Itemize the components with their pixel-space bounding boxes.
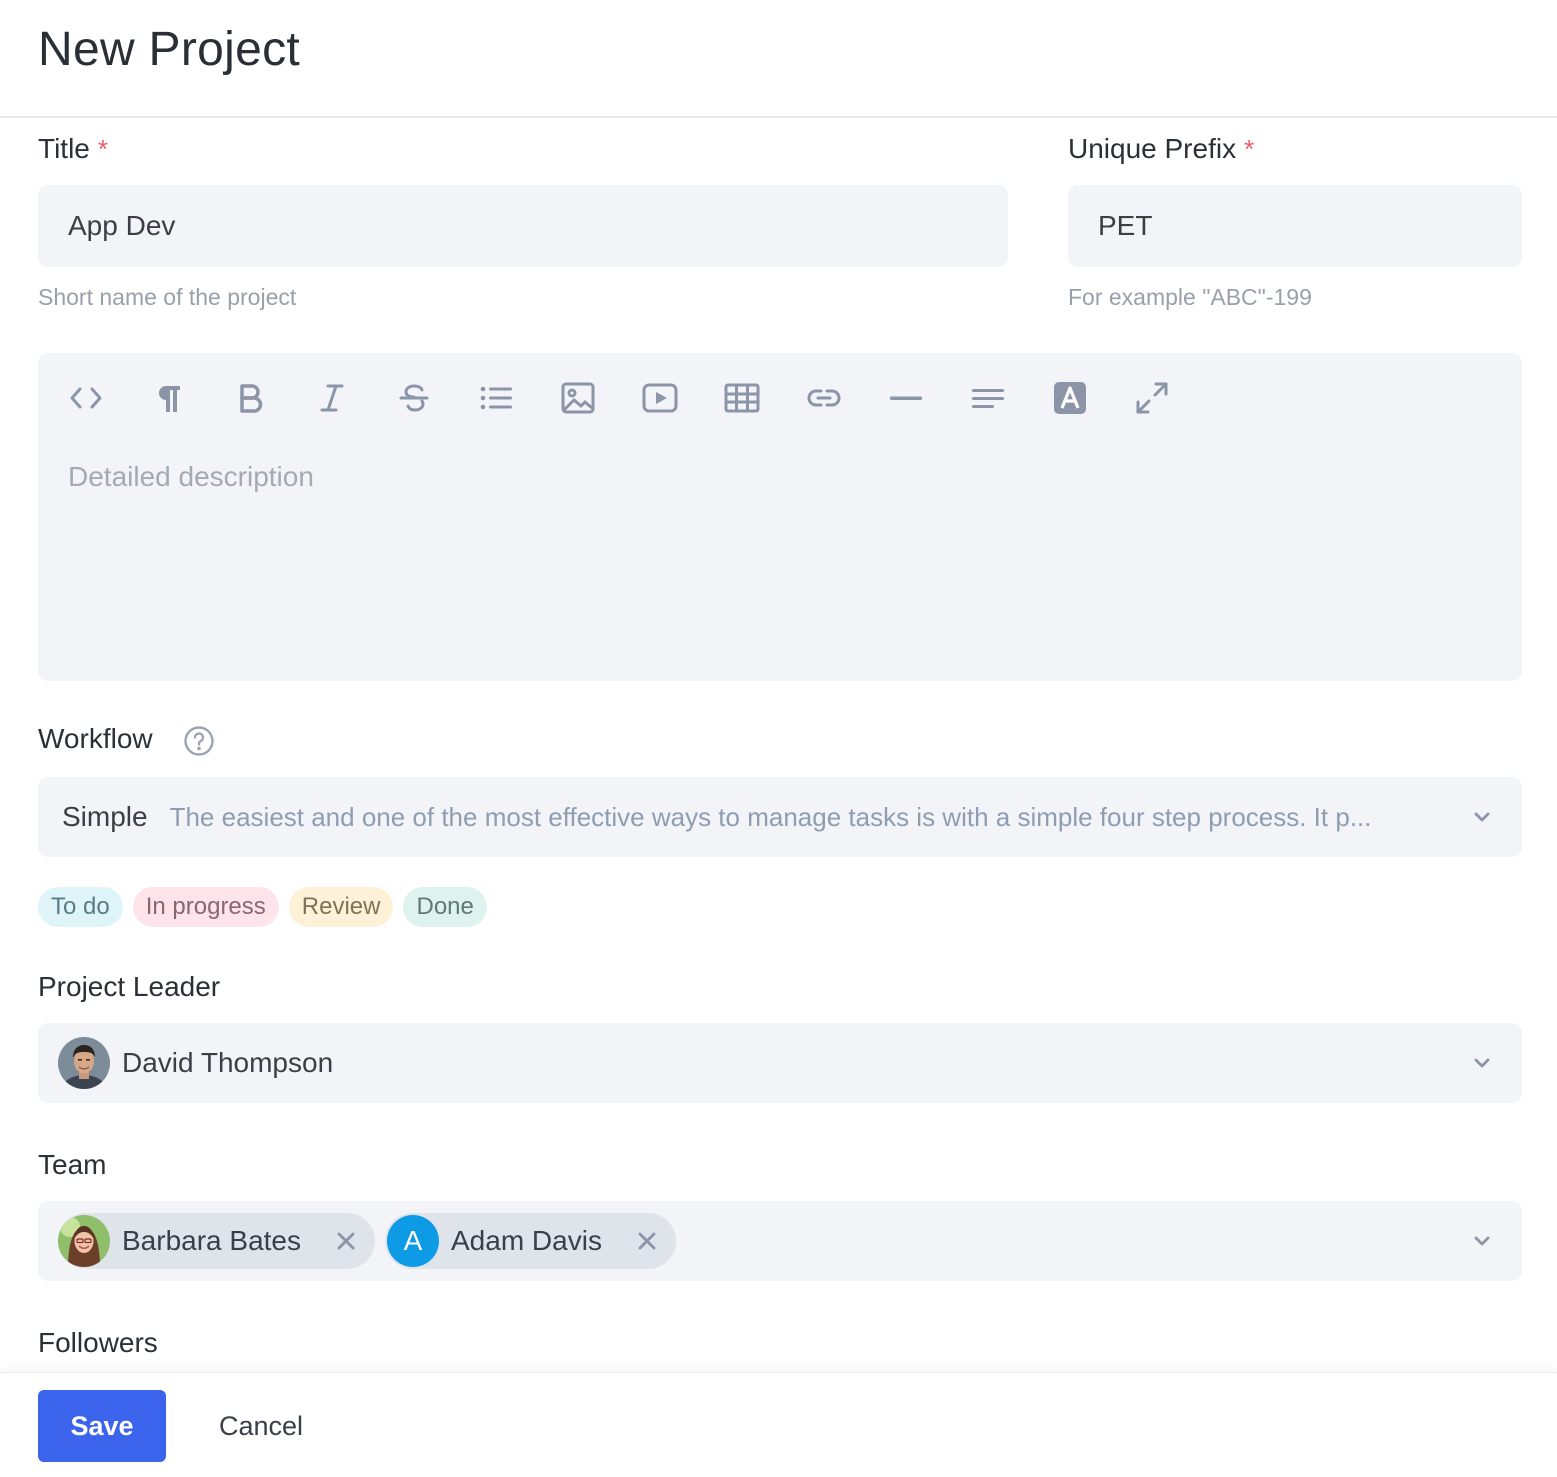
team-member-name: Barbara Bates — [122, 1225, 301, 1256]
bullet-list-icon — [480, 386, 512, 410]
chevron-down-icon — [1474, 812, 1490, 822]
fullscreen-icon — [1136, 382, 1168, 414]
avatar — [58, 1037, 110, 1089]
required-mark: * — [97, 134, 108, 164]
bold-button[interactable] — [232, 377, 314, 419]
workflow-select[interactable]: Simple The easiest and one of the most e… — [38, 777, 1522, 857]
italic-icon — [320, 384, 344, 412]
strikethrough-button[interactable] — [396, 377, 478, 419]
stage-badge: To do — [38, 887, 123, 927]
title-label-text: Title — [38, 133, 90, 164]
font-color-icon — [1054, 382, 1086, 414]
form-footer: Save Cancel — [0, 1372, 1557, 1477]
align-icon — [972, 389, 1004, 408]
italic-button[interactable] — [314, 377, 396, 419]
align-button[interactable] — [970, 377, 1052, 419]
team-member-chip: Barbara Bates — [58, 1213, 375, 1269]
required-mark: * — [1244, 134, 1255, 164]
link-icon — [807, 389, 841, 407]
project-leader-select[interactable]: David Thompson — [38, 1023, 1522, 1103]
workflow-selected-name: Simple — [62, 801, 148, 832]
fullscreen-button[interactable] — [1134, 377, 1216, 419]
description-placeholder: Detailed description — [68, 461, 314, 492]
close-icon[interactable] — [636, 1230, 658, 1252]
page-header: New Project — [0, 0, 1557, 118]
video-icon — [642, 383, 678, 413]
title-label: Title * — [38, 133, 108, 165]
table-button[interactable] — [724, 377, 806, 419]
horizontal-rule-button[interactable] — [888, 377, 970, 419]
code-view-button[interactable] — [68, 377, 150, 419]
followers-label: Followers — [38, 1327, 158, 1358]
table-icon — [724, 383, 760, 413]
prefix-label: Unique Prefix * — [1068, 133, 1254, 165]
project-leader-name: David Thompson — [122, 1047, 334, 1078]
team-select[interactable]: Barbara Bates A Adam Davis — [38, 1201, 1522, 1281]
bullet-list-button[interactable] — [478, 377, 560, 419]
prefix-input-value: PET — [1098, 210, 1153, 241]
strikethrough-icon — [399, 384, 429, 412]
stage-badge: In progress — [132, 887, 279, 927]
project-leader-label: Project Leader — [38, 971, 221, 1002]
team-label: Team — [38, 1149, 107, 1180]
team-member-name: Adam Davis — [451, 1225, 602, 1256]
stage-badge: Review — [288, 887, 394, 927]
workflow-stages: To do In progress Review Done — [38, 887, 497, 927]
close-icon[interactable] — [335, 1230, 357, 1252]
code-view-icon — [70, 387, 102, 409]
stage-badge: Done — [403, 887, 487, 927]
paragraph-icon — [159, 386, 180, 412]
workflow-label: Workflow — [38, 723, 153, 754]
prefix-label-text: Unique Prefix — [1068, 133, 1237, 164]
chevron-down-icon — [1474, 1236, 1490, 1246]
workflow-selected-description: The easiest and one of the most effectiv… — [169, 801, 1372, 832]
editor-toolbar — [68, 377, 1216, 419]
title-input-value: App Dev — [68, 210, 176, 241]
save-button[interactable]: Save — [38, 1390, 166, 1462]
title-input[interactable]: App Dev — [38, 185, 1008, 267]
video-button[interactable] — [642, 377, 724, 419]
bold-icon — [240, 384, 263, 413]
title-hint: Short name of the project — [38, 284, 297, 310]
team-member-chip: A Adam Davis — [385, 1213, 676, 1269]
avatar — [58, 1215, 110, 1267]
image-icon — [561, 382, 595, 414]
description-editor[interactable]: Detailed description — [38, 353, 1522, 681]
link-button[interactable] — [806, 377, 888, 419]
prefix-input[interactable]: PET — [1068, 185, 1522, 267]
avatar: A — [387, 1215, 439, 1267]
cancel-button[interactable]: Cancel — [200, 1390, 322, 1462]
page-title: New Project — [38, 23, 301, 76]
member-avatar-image — [58, 1215, 110, 1267]
help-icon[interactable] — [183, 725, 215, 757]
leader-avatar-image — [58, 1037, 110, 1089]
paragraph-button[interactable] — [150, 377, 232, 419]
chevron-down-icon — [1474, 1058, 1490, 1068]
image-button[interactable] — [560, 377, 642, 419]
font-color-button[interactable] — [1052, 377, 1134, 419]
prefix-hint: For example "ABC"-199 — [1068, 284, 1312, 310]
horizontal-rule-icon — [890, 396, 922, 400]
